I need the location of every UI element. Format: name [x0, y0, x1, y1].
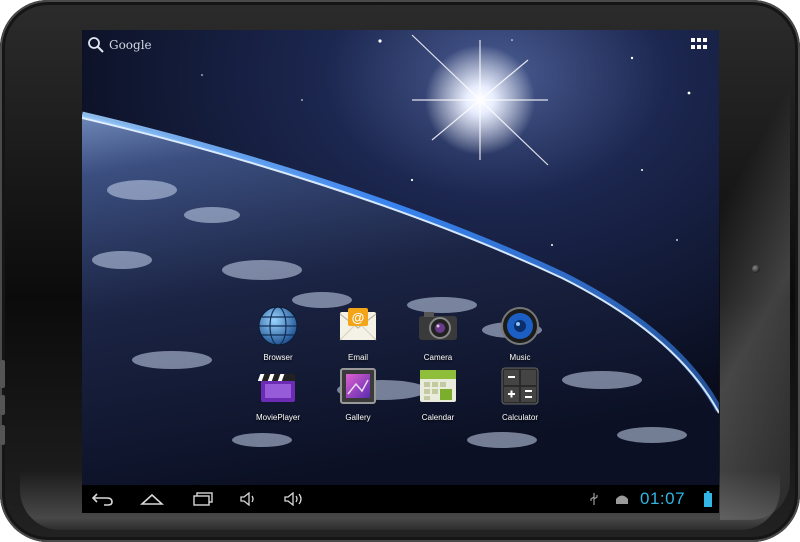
google-search-bar[interactable]: Google	[87, 35, 152, 55]
search-icon	[88, 37, 104, 53]
app-label: Browser	[263, 353, 293, 362]
app-label: Email	[347, 353, 368, 362]
app-label: Gallery	[345, 413, 371, 422]
svg-text:@: @	[352, 310, 365, 325]
picture-icon	[340, 368, 376, 404]
envelope-icon: @	[339, 308, 377, 341]
globe-icon	[258, 306, 298, 346]
app-browser[interactable]: Browser	[238, 304, 318, 364]
search-label: Google	[109, 38, 152, 52]
app-label: MoviePlayer	[255, 413, 300, 422]
app-music[interactable]: Music	[480, 304, 560, 364]
volume-up-icon	[284, 492, 302, 506]
clapperboard-icon	[257, 374, 295, 402]
app-label: Calendar	[421, 413, 455, 422]
calculator-icon	[501, 367, 539, 405]
app-label: Calculator	[501, 413, 538, 422]
app-label: Camera	[423, 353, 453, 362]
screen: Google Browser @ Email Camera Music Movi…	[82, 30, 719, 513]
android-debug-icon	[616, 495, 628, 504]
home-icon	[140, 493, 164, 505]
usb-status	[586, 485, 602, 513]
back-button[interactable]	[90, 485, 116, 513]
app-movieplayer[interactable]: MoviePlayer	[238, 364, 318, 424]
calendar-icon	[420, 370, 456, 402]
app-email[interactable]: @ Email	[318, 304, 398, 364]
battery-icon	[704, 491, 712, 507]
camera-icon	[419, 312, 457, 340]
app-label: Music	[509, 353, 531, 362]
tablet-frame: Google Browser @ Email Camera Music Movi…	[0, 0, 800, 542]
clock: 01:07	[640, 489, 686, 508]
volume-up-button[interactable]	[282, 485, 306, 513]
app-gallery[interactable]: Gallery	[318, 364, 398, 424]
front-camera	[752, 265, 760, 273]
volume-down-button[interactable]	[238, 485, 260, 513]
app-camera[interactable]: Camera	[398, 304, 478, 364]
system-bar: 01:07	[82, 485, 719, 513]
recent-apps-button[interactable]	[190, 485, 216, 513]
volume-down-icon	[240, 492, 254, 506]
back-icon	[92, 493, 113, 506]
side-button-1	[0, 360, 5, 388]
debug-status	[612, 485, 632, 513]
side-button-2	[0, 395, 5, 415]
app-calendar[interactable]: Calendar	[398, 364, 478, 424]
battery-status	[702, 485, 714, 513]
app-calculator[interactable]: Calculator	[480, 364, 560, 424]
home-button[interactable]	[138, 485, 166, 513]
side-button-3	[0, 425, 5, 445]
usb-icon	[590, 493, 598, 505]
speaker-icon	[501, 307, 539, 345]
all-apps-icon[interactable]	[691, 38, 707, 50]
recent-apps-icon	[193, 492, 213, 506]
